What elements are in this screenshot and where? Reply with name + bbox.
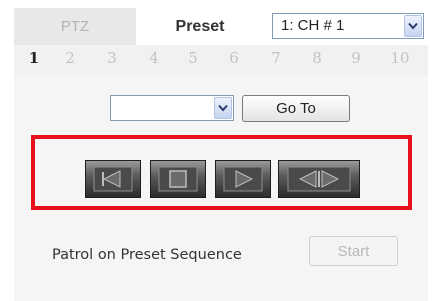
reverse-button[interactable] <box>85 160 141 198</box>
tab-ptz[interactable]: PTZ <box>14 8 136 45</box>
preset-page-row: 1 2 3 4 5 6 7 8 9 10 <box>14 45 428 75</box>
chevron-down-icon[interactable] <box>404 15 422 37</box>
channel-select[interactable]: 1: CH # 1 <box>272 13 424 39</box>
preset-page-10[interactable]: 10 <box>385 49 415 67</box>
tab-row: PTZ Preset 1: CH # 1 <box>14 8 428 45</box>
preset-page-1[interactable]: 1 <box>22 49 46 67</box>
stop-icon <box>158 166 198 192</box>
preset-body: Go To Patrol on Preset Sequence Start <box>14 75 428 301</box>
play-button[interactable] <box>215 160 271 198</box>
channel-select-area: 1: CH # 1 <box>264 8 428 45</box>
patrol-label: Patrol on Preset Sequence <box>52 247 242 263</box>
preset-page-8[interactable]: 8 <box>305 49 329 67</box>
chevron-down-icon[interactable] <box>214 97 232 119</box>
play-icon <box>223 166 263 192</box>
channel-select-value: 1: CH # 1 <box>281 17 345 34</box>
bidirectional-button[interactable] <box>278 160 360 198</box>
reverse-icon <box>93 166 133 192</box>
ptz-preset-panel: PTZ Preset 1: CH # 1 1 2 3 4 5 6 7 8 9 1… <box>0 0 432 301</box>
start-button[interactable]: Start <box>309 236 398 266</box>
preset-select[interactable] <box>110 95 234 121</box>
preset-page-3[interactable]: 3 <box>100 49 124 67</box>
preset-page-7[interactable]: 7 <box>264 49 288 67</box>
preset-page-2[interactable]: 2 <box>58 49 82 67</box>
tab-preset[interactable]: Preset <box>136 8 264 45</box>
bidirectional-icon <box>287 166 351 192</box>
go-to-button[interactable]: Go To <box>242 95 350 122</box>
preset-page-6[interactable]: 6 <box>222 49 246 67</box>
preset-page-5[interactable]: 5 <box>181 49 205 67</box>
stop-button[interactable] <box>150 160 206 198</box>
preset-page-9[interactable]: 9 <box>344 49 368 67</box>
preset-page-4[interactable]: 4 <box>142 49 166 67</box>
